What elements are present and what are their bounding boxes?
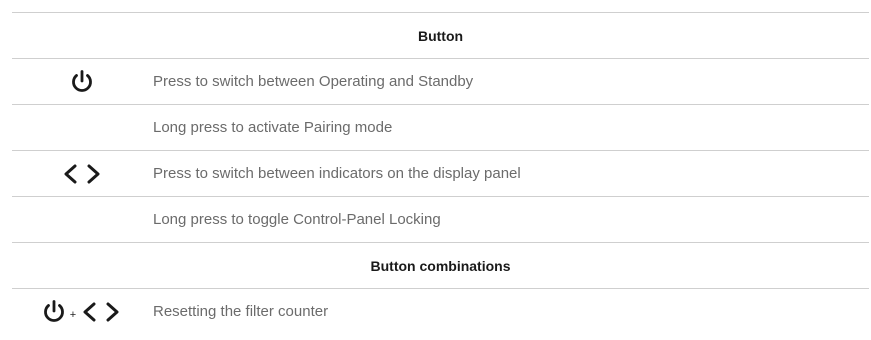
row-description: Press to switch between Operating and St… — [153, 73, 474, 90]
table-row: Long press to toggle Control-Panel Locki… — [12, 196, 869, 242]
row-description: Press to switch between indicators on th… — [153, 165, 521, 182]
section-header-label: Button combinations — [370, 257, 511, 274]
left-right-chevrons-icon — [79, 301, 123, 323]
section-header-button-combinations: Button combinations — [12, 242, 869, 288]
row-description: Long press to toggle Control-Panel Locki… — [153, 211, 441, 228]
left-right-chevrons-icon — [60, 163, 104, 185]
icon-cell — [12, 151, 152, 196]
table-row: Press to switch between indicators on th… — [12, 150, 869, 196]
table-row: Press to switch between Operating and St… — [12, 58, 869, 104]
row-description: Resetting the filter counter — [153, 303, 329, 320]
power-plus-chevrons-icon: + — [41, 299, 123, 325]
plus-sign: + — [69, 308, 77, 321]
power-icon — [69, 69, 95, 95]
icon-cell — [12, 59, 152, 104]
table-row: Long press to activate Pairing mode — [12, 104, 869, 150]
section-header-button: Button — [12, 12, 869, 58]
section-header-label: Button — [417, 27, 464, 44]
power-icon — [41, 299, 67, 325]
button-reference-table: Button Press to switch between Operating… — [12, 0, 869, 334]
row-description: Long press to activate Pairing mode — [153, 119, 393, 136]
table-row: + Resetting the filter counter — [12, 288, 869, 334]
icon-cell: + — [12, 289, 152, 334]
